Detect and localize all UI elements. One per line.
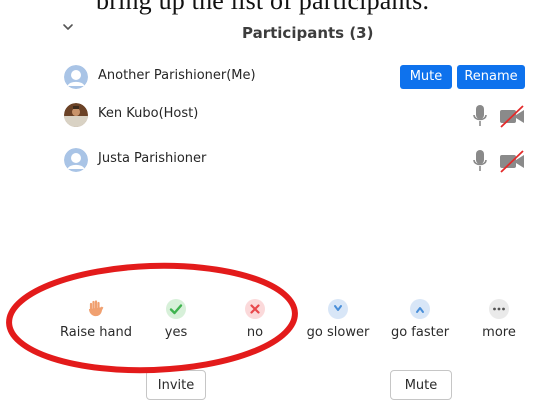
reaction-label: more: [482, 325, 516, 340]
reaction-label: yes: [164, 325, 188, 340]
more-icon: [489, 299, 509, 319]
default-avatar-icon: [64, 65, 88, 89]
host-photo-avatar: [64, 103, 88, 127]
go-faster-icon: [410, 299, 430, 319]
default-avatar-icon: [64, 148, 88, 172]
avatar: [64, 103, 88, 127]
video-off-icon[interactable]: [498, 149, 526, 173]
participants-panel-header: Participants (3): [50, 14, 533, 54]
x-icon: [245, 299, 265, 319]
yes-button[interactable]: yes: [146, 298, 206, 348]
reaction-label: Raise hand: [60, 325, 132, 340]
raise-hand-button[interactable]: Raise hand: [46, 298, 146, 348]
mute-button[interactable]: Mute: [400, 65, 452, 89]
chevron-down-icon[interactable]: [62, 22, 74, 32]
avatar: [64, 148, 88, 172]
raise-hand-icon: [89, 300, 104, 317]
go-slower-icon: [328, 299, 348, 319]
go-faster-button[interactable]: go faster: [382, 298, 458, 348]
microphone-icon[interactable]: [472, 104, 488, 128]
participant-name: Ken Kubo(Host): [98, 106, 199, 121]
check-icon: [166, 299, 186, 319]
invite-button[interactable]: Invite: [146, 370, 206, 400]
no-button[interactable]: no: [225, 298, 285, 348]
avatar: [64, 65, 88, 89]
more-button[interactable]: more: [468, 298, 530, 348]
participant-row[interactable]: Another Parishioner(Me) Mute Rename: [50, 59, 533, 95]
participant-name: Another Parishioner(Me): [98, 68, 256, 83]
reaction-label: no: [246, 325, 264, 340]
mute-all-button[interactable]: Mute: [390, 370, 452, 400]
participant-name: Justa Parishioner: [98, 151, 207, 166]
video-off-icon[interactable]: [498, 104, 526, 128]
microphone-icon[interactable]: [472, 149, 488, 173]
panel-title: Participants (3): [242, 24, 374, 42]
reaction-label: go faster: [390, 325, 450, 340]
reaction-label: go slower: [306, 325, 370, 340]
rename-button[interactable]: Rename: [457, 65, 525, 89]
participant-row[interactable]: Ken Kubo(Host): [50, 97, 533, 133]
participant-row[interactable]: Justa Parishioner: [50, 142, 533, 178]
go-slower-button[interactable]: go slower: [300, 298, 376, 348]
